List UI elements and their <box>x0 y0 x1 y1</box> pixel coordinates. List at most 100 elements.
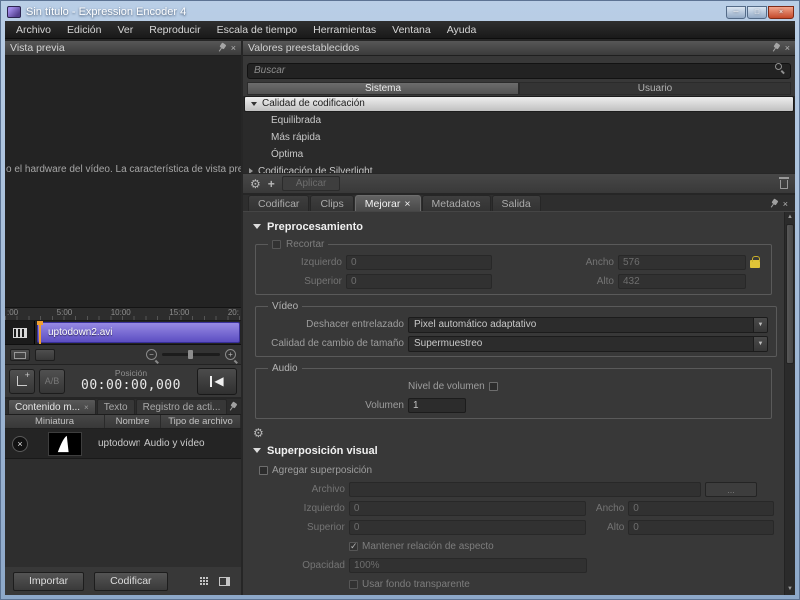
tab-metadatos[interactable]: Metadatos <box>422 195 491 211</box>
tab-clips[interactable]: Clips <box>310 195 353 211</box>
volume-leveling-label: Nivel de volumen <box>408 381 485 392</box>
section-superposicion-visual[interactable]: Superposición visual <box>253 444 774 457</box>
encode-button[interactable]: Codificar <box>94 572 167 591</box>
crop-checkbox[interactable] <box>272 240 281 249</box>
browse-button[interactable]: ... <box>705 482 757 497</box>
keep-aspect-label: Mantener relación de aspecto <box>362 541 494 552</box>
details-view-button[interactable] <box>216 574 233 589</box>
pin-icon[interactable] <box>226 400 239 413</box>
settings-scrollbar[interactable]: ▲ ▼ <box>784 212 795 595</box>
maximize-button[interactable]: □ <box>747 6 767 19</box>
tab-usuario[interactable]: Usuario <box>519 82 791 95</box>
ab-compare-button[interactable]: A/B <box>39 369 65 394</box>
gear-icon[interactable]: ⚙ <box>253 427 264 439</box>
close-icon[interactable]: × <box>785 44 790 53</box>
menu-ver[interactable]: Ver <box>109 22 141 38</box>
tree-item-mas-rapida[interactable]: Más rápida <box>243 129 795 146</box>
tree-item-optima[interactable]: Óptima <box>243 146 795 163</box>
tree-item-codificacion-silverlight[interactable]: Codificación de Silverlight <box>243 163 795 174</box>
crop-width-input[interactable]: 576 <box>618 255 746 270</box>
timeline-ruler[interactable]: :00 5:00 10:00 15:00 20: <box>5 308 241 321</box>
tab-label: Salida <box>502 198 531 210</box>
transparent-bg-checkbox[interactable] <box>349 580 358 589</box>
menu-ayuda[interactable]: Ayuda <box>439 22 485 38</box>
pin-icon[interactable] <box>767 197 780 210</box>
crop-left-input[interactable]: 0 <box>346 255 492 270</box>
overlay-opacity-input[interactable]: 100% <box>349 558 587 573</box>
tab-registro-actividad[interactable]: Registro de acti... <box>136 399 228 414</box>
zoom-out-icon[interactable]: − <box>146 349 157 360</box>
media-row[interactable]: × uptodown2 Audio y vídeo <box>5 429 241 459</box>
add-preset-icon[interactable]: + <box>268 178 275 190</box>
tab-contenido-multimedia[interactable]: Contenido m... × <box>8 399 96 414</box>
overlay-width-input[interactable]: 0 <box>628 501 774 516</box>
zoom-in-icon[interactable]: + <box>225 349 236 360</box>
keep-aspect-checkbox[interactable] <box>349 542 358 551</box>
tab-codificar[interactable]: Codificar <box>248 195 309 211</box>
overlay-file-input[interactable] <box>349 482 701 497</box>
menu-ventana[interactable]: Ventana <box>384 22 439 38</box>
tab-close-icon[interactable]: × <box>84 403 89 412</box>
zoom-slider[interactable] <box>162 353 220 356</box>
crop-top-input[interactable]: 0 <box>346 274 492 289</box>
ruler-tick-label: :00 <box>7 308 18 320</box>
search-input[interactable] <box>247 63 791 79</box>
scroll-up-icon[interactable]: ▲ <box>785 212 795 223</box>
scrollbar-thumb[interactable] <box>786 224 794 364</box>
close-button[interactable]: × <box>768 6 794 19</box>
import-button[interactable]: Importar <box>13 572 84 591</box>
trash-icon[interactable] <box>780 180 788 189</box>
menu-reproducir[interactable]: Reproducir <box>141 22 208 38</box>
dropdown-arrow-icon[interactable]: ▼ <box>753 337 767 351</box>
menu-edicion[interactable]: Edición <box>59 22 109 38</box>
settings-tab-bar: Codificar Clips Mejorar × Metadatos Sali… <box>243 195 795 212</box>
menu-herramientas[interactable]: Herramientas <box>305 22 384 38</box>
thumbnail-view-button[interactable] <box>189 574 206 589</box>
dropdown-arrow-icon[interactable]: ▼ <box>753 318 767 332</box>
remove-item-button[interactable]: × <box>12 436 28 452</box>
resize-quality-select[interactable]: Supermuestreo ▼ <box>408 336 768 352</box>
tree-item-equilibrada[interactable]: Equilibrada <box>243 112 795 129</box>
chevron-down-icon[interactable] <box>251 102 257 106</box>
tab-sistema[interactable]: Sistema <box>247 82 519 95</box>
volume-leveling-checkbox[interactable] <box>489 382 498 391</box>
tab-salida[interactable]: Salida <box>492 195 541 211</box>
minimize-button[interactable]: ─ <box>726 6 746 19</box>
deinterlace-select[interactable]: Pixel automático adaptativo ▼ <box>408 317 768 333</box>
zoom-slider-thumb[interactable] <box>188 350 193 359</box>
display-mode-button[interactable] <box>10 349 30 361</box>
overlay-height-input[interactable]: 0 <box>628 520 774 535</box>
crop-height-input[interactable]: 432 <box>618 274 746 289</box>
column-tipo-de-archivo[interactable]: Tipo de archivo <box>161 415 241 428</box>
section-preprocesamiento[interactable]: Preprocesamiento <box>253 220 774 233</box>
lock-icon[interactable] <box>750 260 760 268</box>
crop-tool-button[interactable] <box>9 369 35 394</box>
close-icon[interactable]: × <box>783 200 788 209</box>
close-icon[interactable]: × <box>231 44 236 53</box>
add-overlay-checkbox[interactable] <box>259 466 268 475</box>
pin-icon[interactable] <box>215 41 228 54</box>
playhead[interactable] <box>39 321 41 344</box>
menu-archivo[interactable]: Archivo <box>8 22 59 38</box>
timeline-clip[interactable]: uptodown2.avi <box>37 322 240 343</box>
overlay-left-input[interactable]: 0 <box>349 501 587 516</box>
audio-volume-input[interactable]: 1 <box>408 398 466 413</box>
apply-button[interactable]: Aplicar <box>282 176 341 191</box>
tree-item-calidad-de-codificacion[interactable]: Calidad de codificación <box>244 96 794 112</box>
tab-close-icon[interactable]: × <box>404 198 410 210</box>
scroll-down-icon[interactable]: ▼ <box>785 584 795 595</box>
track-header[interactable] <box>5 321 35 344</box>
go-to-start-button[interactable]: ◀ <box>197 368 237 395</box>
snapshot-button[interactable] <box>35 349 55 361</box>
tab-texto[interactable]: Texto <box>97 399 135 414</box>
collapse-icon[interactable] <box>253 448 261 453</box>
gear-icon[interactable]: ⚙ <box>250 178 261 190</box>
column-miniatura[interactable]: Miniatura <box>5 415 105 428</box>
titlebar[interactable]: Sin título - Expression Encoder 4 ─ □ × <box>1 1 799 21</box>
pin-icon[interactable] <box>769 41 782 54</box>
tab-mejorar[interactable]: Mejorar × <box>355 195 421 211</box>
overlay-top-input[interactable]: 0 <box>349 520 587 535</box>
column-nombre[interactable]: Nombre <box>105 415 161 428</box>
menu-escala-de-tiempo[interactable]: Escala de tiempo <box>209 22 306 38</box>
collapse-icon[interactable] <box>253 224 261 229</box>
